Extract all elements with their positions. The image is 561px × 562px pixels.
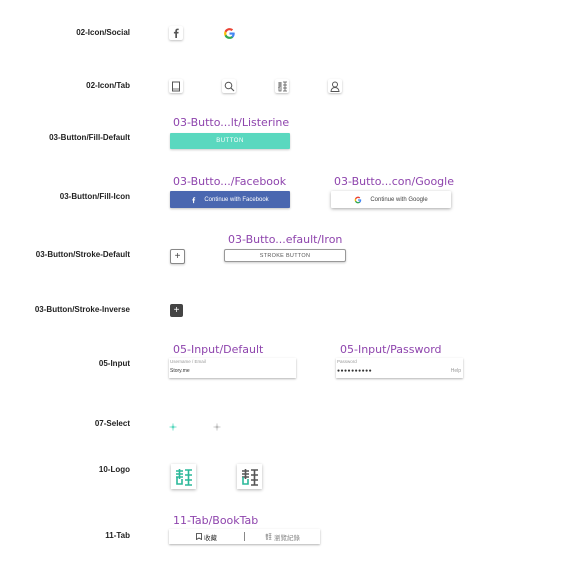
password-field-placeholder: Password [337, 359, 357, 364]
password-field-value: ●●●●●●●●●● [337, 368, 373, 374]
continue-with-google-button[interactable]: Continue with Google [331, 191, 451, 208]
row-label-icon-tab: 02-Icon/Tab [86, 81, 130, 90]
frame-title-facebook: 03-Butto.../Facebook [173, 175, 287, 188]
frame-title-input-password: 05-Input/Password [340, 343, 442, 356]
row-label-button-stroke-default: 03-Button/Stroke-Default [35, 250, 130, 259]
stroke-button-label: STROKE BUTTON [259, 252, 311, 259]
story-icon [265, 533, 272, 540]
book-icon[interactable] [169, 79, 183, 93]
frame-title-listerine: 03-Butto...lt/Listerine [173, 116, 290, 129]
password-help-link[interactable]: Help [451, 368, 461, 374]
user-icon[interactable] [328, 79, 342, 93]
plus-icon: + [174, 250, 181, 262]
facebook-button-label: Continue with Facebook [204, 196, 269, 203]
frame-title-iron: 03-Butto...efault/Iron [228, 233, 343, 246]
frame-title-input-default: 05-Input/Default [173, 343, 264, 356]
stroke-plus-button[interactable]: + [170, 249, 185, 264]
frame-title-booktab: 11-Tab/BookTab [173, 514, 259, 527]
username-field-placeholder: Username / Email [170, 359, 206, 364]
row-label-button-fill-icon: 03-Button/Fill-Icon [59, 192, 130, 201]
row-label-tab: 11-Tab [105, 531, 130, 540]
facebook-icon [191, 196, 196, 204]
password-field[interactable]: Password ●●●●●●●●●● Help [336, 358, 463, 378]
facebook-icon[interactable] [169, 26, 183, 40]
book-tab-bar: 收藏 瀏覽紀錄 [169, 529, 320, 544]
tab-favorites[interactable]: 收藏 [169, 532, 244, 542]
story-icon[interactable] [275, 79, 289, 93]
username-field-value: Story.me [170, 368, 190, 374]
row-label-button-stroke-inverse: 03-Button/Stroke-Inverse [34, 305, 130, 314]
logo-mixed [237, 464, 262, 489]
row-label-logo: 10-Logo [98, 465, 130, 474]
google-button-label: Continue with Google [370, 196, 428, 203]
search-icon[interactable] [222, 79, 236, 93]
select-active-icon[interactable] [169, 418, 177, 431]
logo-color [171, 464, 196, 489]
row-label-select: 07-Select [94, 419, 130, 428]
bookmark-icon [196, 533, 202, 540]
tab-history[interactable]: 瀏覽紀錄 [245, 532, 320, 542]
tab-history-label: 瀏覽紀錄 [274, 534, 300, 542]
google-icon [354, 196, 362, 204]
stroke-button[interactable]: STROKE BUTTON [224, 249, 346, 262]
plus-icon: + [173, 304, 180, 316]
tab-favorites-label: 收藏 [204, 534, 217, 542]
fill-default-button-label: BUTTON [216, 138, 244, 144]
select-inactive-icon[interactable] [213, 418, 221, 431]
continue-with-facebook-button[interactable]: Continue with Facebook [170, 191, 290, 208]
frame-title-google: 03-Butto...con/Google [334, 175, 454, 188]
inverse-plus-button[interactable]: + [170, 304, 183, 317]
row-label-icon-social: 02-Icon/Social [76, 28, 130, 37]
username-email-field[interactable]: Username / Email Story.me [169, 358, 296, 378]
row-label-input: 05-Input [98, 359, 130, 368]
google-icon[interactable] [222, 26, 236, 40]
fill-default-button[interactable]: BUTTON [170, 133, 290, 149]
row-label-button-fill-default: 03-Button/Fill-Default [49, 133, 130, 142]
